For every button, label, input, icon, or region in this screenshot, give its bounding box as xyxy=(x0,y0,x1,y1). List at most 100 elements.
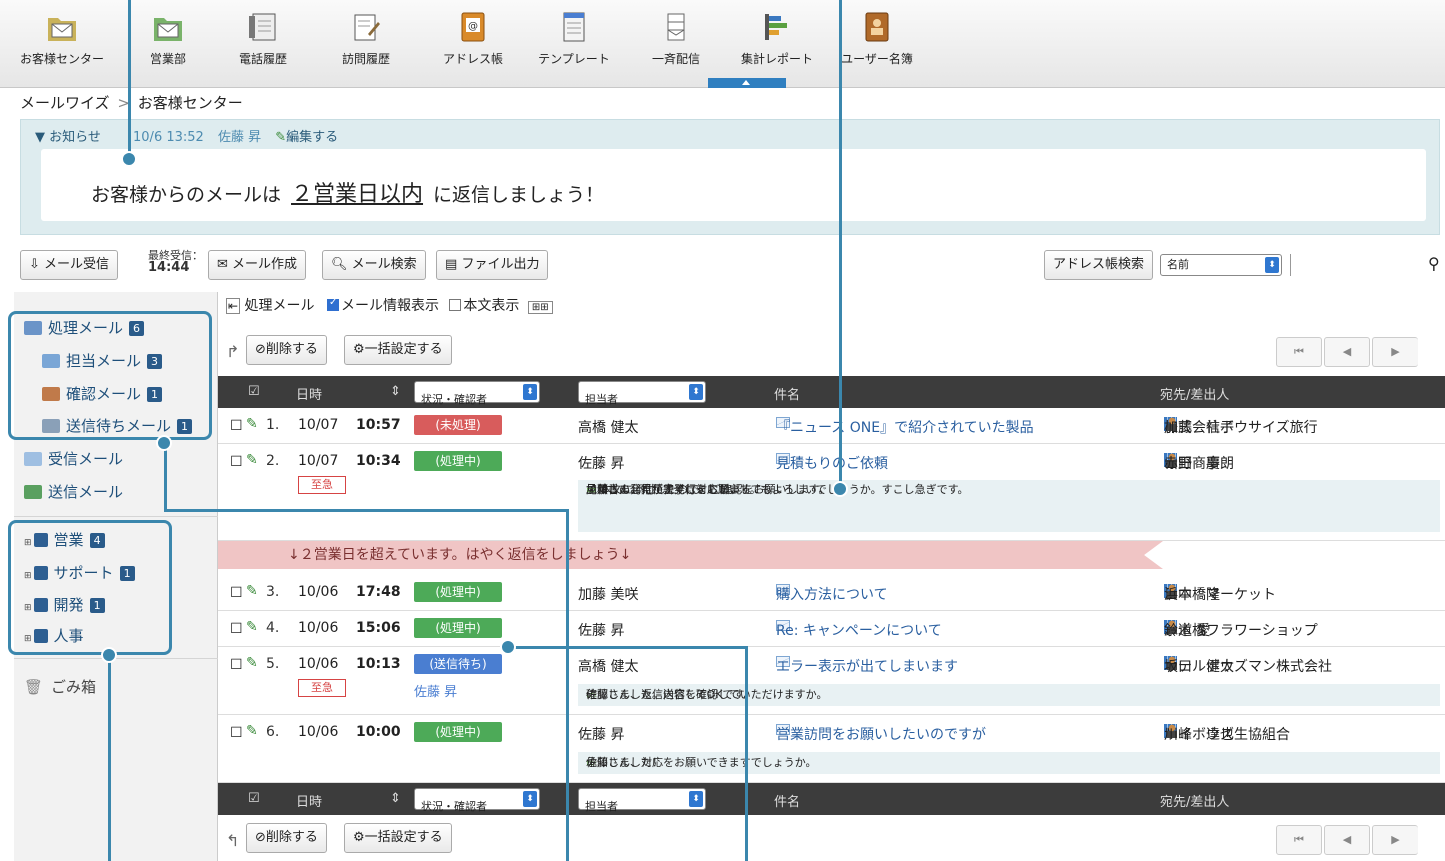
chevron-updown-icon: ⬍ xyxy=(1265,257,1279,273)
collapse-sidebar-icon[interactable]: ⇤ xyxy=(226,298,241,314)
status-badge[interactable]: (処理中) xyxy=(414,722,502,742)
compose-mail-button[interactable]: ✉ メール作成 xyxy=(208,250,307,280)
sidebar-item-received[interactable]: 受信メール xyxy=(24,448,123,469)
assignee-filter-select[interactable]: 担当者 ⬍ xyxy=(578,788,706,813)
row-time: 10:00 xyxy=(356,724,401,740)
document-icon: ▤ xyxy=(445,257,458,272)
gear-icon: ⚙ xyxy=(353,342,365,357)
breadcrumb-root[interactable]: メールワイズ xyxy=(20,94,110,112)
app-broadcast[interactable]: 一斉配信 xyxy=(621,10,731,67)
app-report[interactable]: 集計レポート xyxy=(722,10,832,67)
status-badge[interactable]: (処理中) xyxy=(414,451,502,471)
previous-page-button[interactable]: ◀ xyxy=(1324,337,1370,367)
first-page-button-bottom[interactable]: ⏮ xyxy=(1276,825,1322,855)
status-filter-select[interactable]: 状況・確認者 ⬍ xyxy=(414,788,540,813)
table-row[interactable]: ☐ ✎ 4. 10/06 15:06 (処理中) 佐藤 昇 Re: キャンペーン… xyxy=(218,611,1445,647)
row-checkbox[interactable]: ☐ xyxy=(230,585,243,601)
row-checkbox[interactable]: ☐ xyxy=(230,621,243,637)
next-page-button-bottom[interactable]: ▶ xyxy=(1372,825,1418,855)
show-info-toggle[interactable]: メール情報表示 xyxy=(326,297,439,314)
app-template[interactable]: テンプレート xyxy=(519,10,629,67)
row-checkbox[interactable]: ☐ xyxy=(230,418,243,434)
first-page-button[interactable]: ⏮ xyxy=(1276,337,1322,367)
row-checkbox[interactable]: ☐ xyxy=(230,454,243,470)
sidebar-item-trash[interactable]: 🗑︎ ごみ箱 xyxy=(24,676,96,697)
status-badge[interactable]: (未処理) xyxy=(414,415,502,435)
notice-date: 10/6 13:52 xyxy=(133,130,204,145)
mail-toolbar: ⇩ メール受信 最終受信： 14:44 ✉ メール作成 🔍︎ メール検索 ▤ ファ… xyxy=(14,248,1444,282)
edit-note-icon[interactable]: ✎ xyxy=(246,416,258,432)
layout-grid-icon[interactable]: ⊞⊞ xyxy=(527,301,553,314)
assignee-filter-value: 担当者 xyxy=(585,800,618,813)
bulk-settings-button-bottom[interactable]: ⚙一括設定する xyxy=(344,823,452,853)
sort-icon[interactable]: ⇕ xyxy=(390,384,401,399)
edit-note-icon[interactable]: ✎ xyxy=(246,655,258,671)
edit-note-icon[interactable]: ✎ xyxy=(246,452,258,468)
address-field-select[interactable]: 名前 ⬍ xyxy=(1160,254,1282,276)
header-date[interactable]: 日時 xyxy=(296,791,322,810)
trash-icon: 🗑︎ xyxy=(24,678,44,696)
select-all-checkbox[interactable]: ☑ xyxy=(248,384,260,399)
app-label: ユーザー名簿 xyxy=(841,52,913,66)
row-checkbox[interactable]: ☐ xyxy=(230,657,243,673)
broadcast-icon xyxy=(667,13,685,41)
memo-thread: ▭ 確認しました。送信してOKです。 ▭ 佐藤さん、返信内容を確認していただけま… xyxy=(578,684,1440,706)
callout-line xyxy=(508,646,748,649)
folder-mail-icon xyxy=(48,18,76,41)
address-search-button[interactable]: アドレス帳検索 xyxy=(1044,250,1154,280)
app-label: 訪問履歴 xyxy=(341,52,390,66)
callout-line xyxy=(745,646,748,861)
app-address-book[interactable]: @ アドレス帳 xyxy=(418,10,528,67)
search-mail-button[interactable]: 🔍︎ メール検索 xyxy=(322,250,426,280)
last-received-time: 14:44 xyxy=(148,260,190,275)
previous-page-icon: ◀ xyxy=(1342,833,1352,846)
gear-icon: ⚙ xyxy=(353,830,365,845)
row-number: 4. xyxy=(266,620,280,636)
chevron-updown-icon: ⬍ xyxy=(689,384,703,400)
row-subject-text: 見積もりのご依頼 xyxy=(776,456,888,472)
notice-edit-link[interactable]: ✎編集する xyxy=(275,130,338,145)
row-confirmer: 佐藤 昇 xyxy=(414,685,458,700)
edit-note-icon[interactable]: ✎ xyxy=(246,583,258,599)
status-badge[interactable]: (送信待ち) xyxy=(414,654,502,674)
status-badge[interactable]: (処理中) xyxy=(414,618,502,638)
receive-mail-button[interactable]: ⇩ メール受信 xyxy=(20,250,119,280)
delete-button-bottom[interactable]: ⊘削除する xyxy=(246,823,327,853)
chevron-updown-icon: ⬍ xyxy=(689,791,703,807)
status-filter-select[interactable]: 状況・確認者 ⬍ xyxy=(414,381,540,406)
table-row[interactable]: ☐ ✎ 2. 10/07 10:34 (処理中) 至急 佐藤 昇 見積もりのご依… xyxy=(218,444,1445,541)
status-filter-value: 状況・確認者 xyxy=(421,800,487,813)
app-visit-log[interactable]: 訪問履歴 xyxy=(311,10,421,67)
assignee-filter-select[interactable]: 担当者 ⬍ xyxy=(578,381,706,406)
row-subject-text: Re: キャンペーンについて xyxy=(776,623,942,639)
edit-note-icon[interactable]: ✎ xyxy=(246,619,258,635)
delete-button[interactable]: ⊘削除する xyxy=(246,335,327,365)
show-body-toggle[interactable]: 本文表示 xyxy=(449,298,519,314)
table-row[interactable]: ☐ ✎ 3. 10/06 17:48 (処理中) 加藤 美咲 購入方法について … xyxy=(218,575,1445,611)
memo-text: 佐藤さん、返信内容を確認していただけますか。 xyxy=(586,688,828,701)
app-customer-center[interactable]: お客様センター xyxy=(7,10,117,67)
app-label: 営業部 xyxy=(149,52,186,66)
file-export-button[interactable]: ▤ ファイル出力 xyxy=(436,250,549,280)
row-subject-text: 購入方法について xyxy=(776,587,888,603)
status-badge[interactable]: (処理中) xyxy=(414,582,502,602)
notice-edit-label: 編集する xyxy=(286,130,339,145)
memo-thread: ▭ 見積書の発行が完了しました。 本文に添付したので、ご確認をお願いします。 ▭… xyxy=(578,480,1440,532)
bulk-settings-button[interactable]: ⚙一括設定する xyxy=(344,335,452,365)
row-checkbox[interactable]: ☐ xyxy=(230,725,243,741)
magnifier-icon[interactable]: ⚲ xyxy=(1428,254,1440,273)
user-directory-icon xyxy=(865,12,889,42)
header-date[interactable]: 日時 xyxy=(296,384,322,403)
sidebar-item-sent[interactable]: 送信メール xyxy=(24,481,123,502)
edit-note-icon[interactable]: ✎ xyxy=(246,723,258,739)
sort-icon[interactable]: ⇕ xyxy=(390,791,401,806)
table-row[interactable]: ☐ ✎ 1. 10/07 10:57 (未処理) 高橋 健太 『ニュース ONE… xyxy=(218,408,1445,444)
select-all-checkbox[interactable]: ☑ xyxy=(248,791,260,806)
previous-page-button-bottom[interactable]: ◀ xyxy=(1324,825,1370,855)
app-phone-log[interactable]: 電話履歴 xyxy=(208,10,318,67)
row-time: 15:06 xyxy=(356,620,401,636)
notice-toggle[interactable]: ▼ お知らせ xyxy=(35,130,101,145)
table-row[interactable]: ☐ ✎ 6. 10/06 10:00 (処理中) 佐藤 昇 営業訪問をお願いした… xyxy=(218,715,1445,783)
next-page-button[interactable]: ▶ xyxy=(1372,337,1418,367)
table-row[interactable]: ☐ ✎ 5. 10/06 10:13 (送信待ち) 至急 佐藤 昇 高橋 健太 … xyxy=(218,647,1445,715)
